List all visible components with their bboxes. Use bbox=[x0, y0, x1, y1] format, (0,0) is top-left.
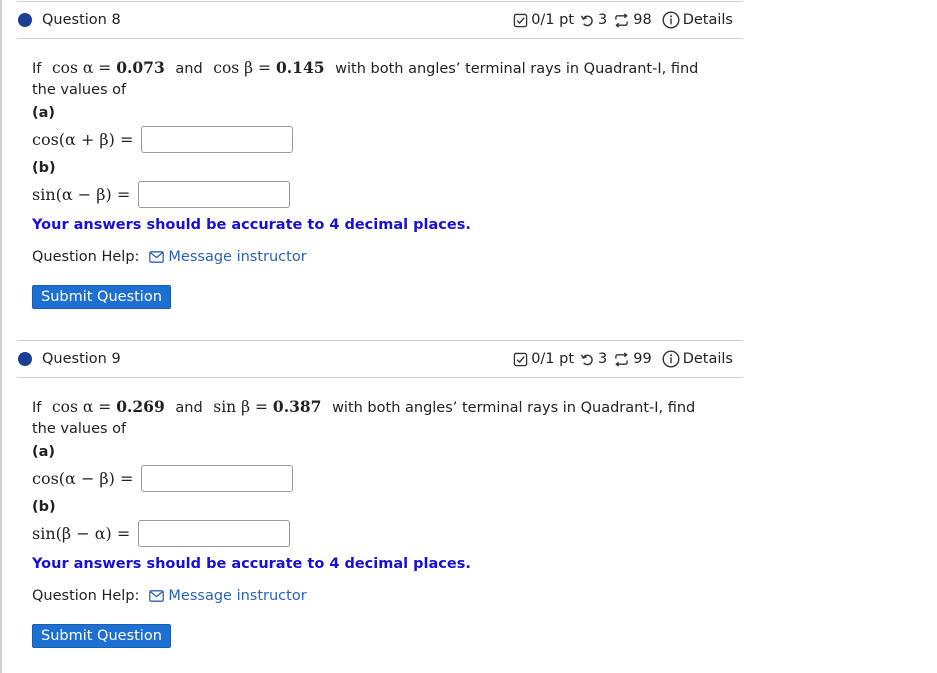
details-link[interactable]: Details bbox=[662, 11, 733, 29]
left-border bbox=[0, 0, 2, 673]
attempts-text: 3 bbox=[598, 12, 608, 28]
score-check-icon bbox=[513, 352, 528, 366]
submit-question-button[interactable]: Submit Question bbox=[32, 624, 171, 648]
part-a-row: cos(α + β) = bbox=[32, 123, 743, 156]
question-prompt: If cos α = 0.269 and sin β = 0.387 with … bbox=[32, 396, 722, 440]
question-header: Question 8 0/1 pt 3 98 Details bbox=[17, 1, 743, 39]
question-title: Question 9 bbox=[17, 351, 121, 367]
part-a-answer-input[interactable] bbox=[141, 465, 294, 492]
given-2-value: 0.387 bbox=[272, 397, 322, 416]
given-1: cos α = 0.269 bbox=[52, 397, 165, 416]
part-a-expression: cos(α − β) = bbox=[32, 469, 134, 488]
mail-icon bbox=[149, 590, 165, 602]
question-body: If cos α = 0.269 and sin β = 0.387 with … bbox=[17, 378, 743, 648]
help-label: Question Help: bbox=[32, 588, 140, 604]
prompt-if: If bbox=[32, 400, 42, 416]
prompt-and: and bbox=[175, 400, 203, 416]
given-1-value: 0.269 bbox=[116, 397, 165, 416]
accuracy-note: Your answers should be accurate to 4 dec… bbox=[32, 217, 471, 233]
versions-icon bbox=[615, 12, 629, 28]
question-bullet-icon bbox=[18, 13, 32, 27]
retry-icon bbox=[580, 353, 593, 365]
given-2-label: sin β = bbox=[213, 398, 268, 416]
mail-icon bbox=[149, 251, 165, 263]
given-2-value: 0.145 bbox=[275, 58, 325, 77]
question-header: Question 9 0/1 pt 3 99 Details bbox=[17, 340, 743, 378]
part-a-row: cos(α − β) = bbox=[32, 462, 743, 495]
prompt-if: If bbox=[32, 61, 42, 77]
prompt-and: and bbox=[175, 61, 203, 77]
message-instructor-label: Message instructor bbox=[168, 588, 307, 604]
versions: 99 bbox=[613, 351, 652, 367]
part-b-expression: sin(α − β) = bbox=[32, 185, 131, 204]
question-bullet-icon bbox=[18, 352, 32, 366]
accuracy-note: Your answers should be accurate to 4 dec… bbox=[32, 556, 471, 572]
part-b-answer-input[interactable] bbox=[138, 520, 291, 547]
question-body: If cos α = 0.073 and cos β = 0.145 with … bbox=[17, 39, 743, 309]
versions-text: 98 bbox=[633, 12, 652, 28]
score: 0/1 pt bbox=[513, 351, 574, 367]
message-instructor-label: Message instructor bbox=[168, 249, 307, 265]
part-b-answer-input[interactable] bbox=[138, 181, 291, 208]
versions: 98 bbox=[613, 12, 652, 28]
message-instructor-link[interactable]: Message instructor bbox=[149, 588, 307, 604]
part-a-expression: cos(α + β) = bbox=[32, 130, 134, 149]
part-a-label: (a) bbox=[32, 105, 56, 121]
given-2-label: cos β = bbox=[213, 59, 272, 77]
versions-icon bbox=[615, 351, 629, 367]
attempts-text: 3 bbox=[598, 351, 608, 367]
question-meta: 0/1 pt 3 98 Details bbox=[507, 11, 733, 29]
score-text: 0/1 pt bbox=[531, 351, 575, 367]
given-1-label: cos α = bbox=[52, 398, 112, 416]
part-b-label: (b) bbox=[32, 160, 56, 176]
part-a-label: (a) bbox=[32, 444, 56, 460]
part-a-answer-input[interactable] bbox=[141, 126, 294, 153]
question-title-text: Question 9 bbox=[42, 351, 121, 367]
given-1-label: cos α = bbox=[52, 59, 112, 77]
details-label: Details bbox=[682, 12, 733, 28]
given-2: cos β = 0.145 bbox=[213, 58, 325, 77]
part-b-expression: sin(β − α) = bbox=[32, 524, 131, 543]
part-b-row: sin(α − β) = bbox=[32, 178, 743, 211]
score-check-icon bbox=[513, 13, 528, 27]
submit-question-button[interactable]: Submit Question bbox=[32, 285, 171, 309]
attempts: 3 bbox=[580, 351, 607, 367]
question-meta: 0/1 pt 3 99 Details bbox=[507, 350, 733, 368]
given-1-value: 0.073 bbox=[116, 58, 165, 77]
question-title-text: Question 8 bbox=[42, 12, 121, 28]
part-b-label: (b) bbox=[32, 499, 56, 515]
versions-text: 99 bbox=[633, 351, 652, 367]
question-prompt: If cos α = 0.073 and cos β = 0.145 with … bbox=[32, 57, 722, 101]
attempts: 3 bbox=[580, 12, 607, 28]
help-label: Question Help: bbox=[32, 249, 140, 265]
info-icon bbox=[662, 11, 680, 29]
given-1: cos α = 0.073 bbox=[52, 58, 165, 77]
score-text: 0/1 pt bbox=[531, 12, 575, 28]
info-icon bbox=[662, 350, 680, 368]
details-label: Details bbox=[682, 351, 733, 367]
question-help: Question Help: Message instructor bbox=[32, 588, 743, 604]
retry-icon bbox=[580, 14, 593, 26]
question-9: Question 9 0/1 pt 3 99 Details If cos α … bbox=[17, 340, 743, 648]
score: 0/1 pt bbox=[513, 12, 574, 28]
question-8: Question 8 0/1 pt 3 98 Details If cos α … bbox=[17, 1, 743, 309]
part-b-row: sin(β − α) = bbox=[32, 517, 743, 550]
message-instructor-link[interactable]: Message instructor bbox=[149, 249, 307, 265]
question-help: Question Help: Message instructor bbox=[32, 249, 743, 265]
details-link[interactable]: Details bbox=[662, 350, 733, 368]
question-title: Question 8 bbox=[17, 12, 121, 28]
given-2: sin β = 0.387 bbox=[213, 397, 322, 416]
